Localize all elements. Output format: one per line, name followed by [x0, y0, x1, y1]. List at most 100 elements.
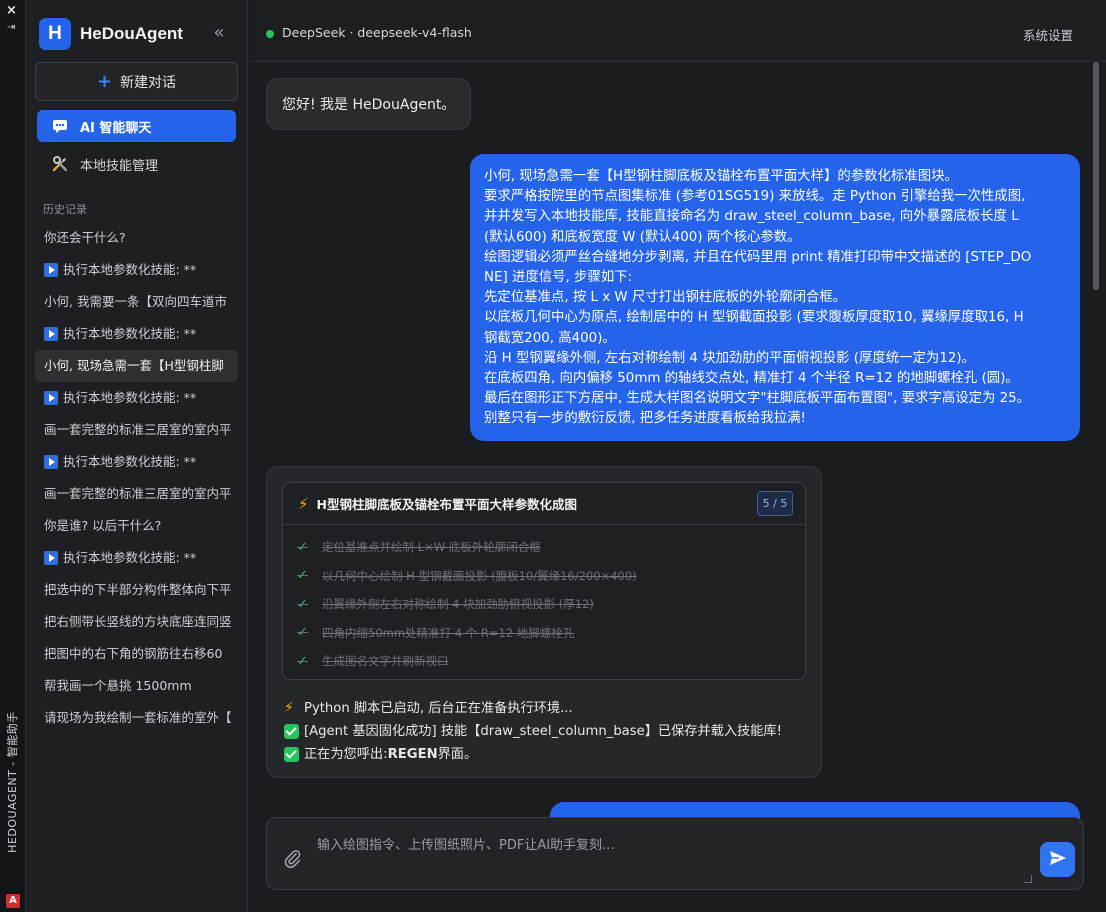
history-item-label: 执行本地参数化技能: **	[63, 326, 197, 341]
history-item[interactable]: 把右侧带长竖线的方块底座连同竖	[35, 606, 238, 638]
history-item-label: 把右侧带长竖线的方块底座连同竖	[44, 614, 232, 629]
pin-icon[interactable]: ⇥	[7, 22, 15, 34]
model-status-dot	[266, 30, 274, 38]
history-item-label: 小何, 现场急需一套【H型钢柱脚	[44, 358, 224, 373]
check-icon: ✓	[297, 596, 308, 612]
play-icon	[44, 327, 58, 341]
check-icon: ✓	[297, 568, 308, 584]
app-logo-icon: A	[6, 894, 20, 908]
task-step: ✓ 四角内缩50mm处精准打 4 个 R=12 地脚螺栓孔	[283, 619, 805, 648]
brand-name: HeDouAgent	[80, 24, 183, 43]
status-line-bold: REGEN	[387, 747, 438, 762]
play-icon	[44, 391, 58, 405]
user-message-line: 并并发写入本地技能库, 技能直接命名为 draw_steel_column_ba…	[484, 209, 1019, 225]
user-message-line: 钢截宽200, 高400)。	[484, 330, 616, 346]
assistant-greeting-bubble: 您好! 我是 HeDouAgent。	[266, 78, 472, 130]
history-item[interactable]: 请现场为我绘制一套标准的室外【	[35, 702, 238, 734]
history-item[interactable]: 执行本地参数化技能: **	[35, 254, 238, 286]
nav-item-label: AI 智能聊天	[80, 120, 152, 136]
vertical-app-label: HEDOUAGENT - 智能助手	[3, 680, 23, 890]
user-message-line: 在底板四角, 向内偏移 50mm 的轴线交点处, 精准打 4 个半径 R=12 …	[484, 371, 1019, 387]
chat-scrollbar[interactable]	[1093, 62, 1101, 802]
new-chat-label: 新建对话	[120, 74, 177, 91]
task-step-label: 以几何中心绘制 H 型钢截面投影 (腹板10/翼缘16/200×400)	[322, 568, 637, 583]
task-header: ⚡ H型钢柱脚底板及锚栓布置平面大样参数化成图 5 / 5	[283, 483, 805, 525]
nav-item-ai-chat[interactable]: AI 智能聊天	[37, 110, 236, 142]
history-item-label: 画一套完整的标准三居室的室内平	[44, 486, 232, 501]
status-line: 正在为您呼出: REGEN 界面。	[284, 743, 782, 766]
user-message-bubble: 小何, 现场急需一套【H型钢柱脚底板及锚栓布置平面大样】的参数化标准图块。 要求严…	[470, 154, 1080, 441]
task-step: ✓ 沿翼缘外侧左右对称绘制 4 块加劲肋俯视投影 (厚12)	[283, 590, 805, 619]
plus-icon: +	[96, 71, 113, 92]
history-item-label: 执行本地参数化技能: **	[63, 454, 197, 469]
task-step-label: 沿翼缘外侧左右对称绘制 4 块加劲肋俯视投影 (厚12)	[322, 597, 594, 612]
history-item[interactable]: 画一套完整的标准三居室的室内平	[35, 414, 238, 446]
history-item-label: 小何, 我需要一条【双向四车道市	[44, 294, 227, 309]
new-chat-button[interactable]: + 新建对话	[35, 62, 238, 101]
play-icon	[44, 551, 58, 565]
brand-logo-icon: H	[39, 18, 71, 50]
task-title: H型钢柱脚底板及锚栓布置平面大样参数化成图	[316, 497, 578, 512]
message-input[interactable]	[317, 834, 1017, 880]
history-item[interactable]: 小何, 我需要一条【双向四车道市	[35, 286, 238, 318]
play-icon	[44, 455, 58, 469]
chat-scrollbar-thumb[interactable]	[1093, 62, 1099, 290]
status-line-text: [Agent 基因固化成功] 技能【draw_steel_column_base…	[304, 724, 782, 739]
resize-grip-icon[interactable]	[1024, 875, 1032, 883]
task-step-label: 定位基准点并绘制 L×W 底板外轮廓闭合框	[322, 540, 541, 555]
history-item-label: 画一套完整的标准三居室的室内平	[44, 422, 232, 437]
history-label: 历史记录	[43, 203, 87, 216]
user-message-line: 最后在图形正下方居中, 生成大样图名说明文字"柱脚底板平面布置图", 要求字高设…	[484, 391, 1031, 407]
send-icon	[1049, 850, 1067, 870]
model-selector[interactable]: DeepSeek · deepseek-v4-flash	[282, 25, 472, 40]
history-item-label: 你还会干什么?	[44, 230, 126, 245]
send-button[interactable]	[1040, 842, 1075, 877]
lightning-icon: ⚡	[284, 700, 294, 716]
history-item-label: 执行本地参数化技能: **	[63, 550, 197, 565]
user-message-line: 别整只有一步的敷衍反馈, 把多任务进度看板给我拉满!	[484, 411, 806, 427]
task-step: ✓ 生成图名文字并刷新视口	[283, 647, 805, 676]
history-item[interactable]: 执行本地参数化技能: **	[35, 542, 238, 574]
history-item-label: 请现场为我绘制一套标准的室外【	[44, 710, 232, 725]
lightning-icon: ⚡	[298, 494, 309, 513]
composer	[266, 817, 1084, 890]
history-item[interactable]: 执行本地参数化技能: **	[35, 382, 238, 414]
nav-item-skills[interactable]: 本地技能管理	[37, 148, 236, 180]
task-step: ✓ 以几何中心绘制 H 型钢截面投影 (腹板10/翼缘16/200×400)	[283, 562, 805, 591]
status-line-text: Python 脚本已启动, 后台正在准备执行环境...	[304, 701, 573, 716]
tools-icon	[51, 155, 69, 173]
history-item-label: 你是谁? 以后干什么?	[44, 518, 162, 533]
user-message-line: (默认600) 和底板宽度 W (默认400) 两个核心参数。	[484, 229, 801, 245]
checkbox-checked-icon	[284, 747, 299, 762]
history-item[interactable]: 执行本地参数化技能: **	[35, 318, 238, 350]
nav-item-label: 本地技能管理	[80, 158, 159, 174]
task-status-lines: ⚡ Python 脚本已启动, 后台正在准备执行环境... [Agent 基因固化成…	[284, 697, 782, 766]
history-item[interactable]: 帮我画一个悬挑 1500mm	[35, 670, 238, 702]
main-panel: DeepSeek · deepseek-v4-flash 系统设置 您好! 我是…	[249, 0, 1106, 912]
history-item[interactable]: 小何, 现场急需一套【H型钢柱脚	[35, 350, 238, 382]
history-item[interactable]: 画一套完整的标准三居室的室内平	[35, 478, 238, 510]
sidebar: H HeDouAgent « + 新建对话 AI 智能聊天 本地技能管理 历史记…	[26, 0, 248, 912]
history-item-label: 执行本地参数化技能: **	[63, 262, 197, 277]
history-item[interactable]: 你是谁? 以后干什么?	[35, 510, 238, 542]
brand: H HeDouAgent	[39, 18, 183, 50]
check-icon: ✓	[297, 625, 308, 641]
vertical-app-label-text: HEDOUAGENT - 智能助手	[6, 711, 19, 853]
user-message-line: 沿 H 型钢翼缘外侧, 左右对称绘制 4 块加劲肋的平面俯视投影 (厚度统一定为…	[484, 350, 975, 366]
history-item[interactable]: 你还会干什么?	[35, 222, 238, 254]
chat-icon	[51, 117, 69, 135]
collapse-sidebar-icon[interactable]: «	[208, 22, 230, 44]
checkbox-checked-icon	[284, 724, 299, 739]
paperclip-icon[interactable]	[284, 849, 304, 869]
close-icon[interactable]: ×	[6, 4, 17, 18]
history-item[interactable]: 把选中的下半部分构件整体向下平	[35, 574, 238, 606]
user-message-line: 小何, 现场急需一套【H型钢柱脚底板及锚栓布置平面大样】的参数化标准图块。	[484, 169, 958, 184]
settings-button[interactable]: 系统设置	[1023, 25, 1073, 44]
status-line-prefix: 正在为您呼出:	[304, 747, 388, 762]
history-item[interactable]: 把图中的右下角的钢筋往右移60	[35, 638, 238, 670]
user-message-line: 绘图逻辑必须严丝合缝地分步剥离, 并且在代码里用 print 精准打印带中文描述…	[484, 249, 1032, 265]
history-item[interactable]: 执行本地参数化技能: **	[35, 446, 238, 478]
history-item-label: 帮我画一个悬挑 1500mm	[44, 678, 192, 693]
assistant-task-bubble: ⚡ H型钢柱脚底板及锚栓布置平面大样参数化成图 5 / 5 ✓ 定位基准点并绘制 …	[266, 466, 822, 778]
history-list: 你还会干什么? 执行本地参数化技能: ** 小何, 我需要一条【双向四车道市 执行本地…	[35, 222, 238, 734]
